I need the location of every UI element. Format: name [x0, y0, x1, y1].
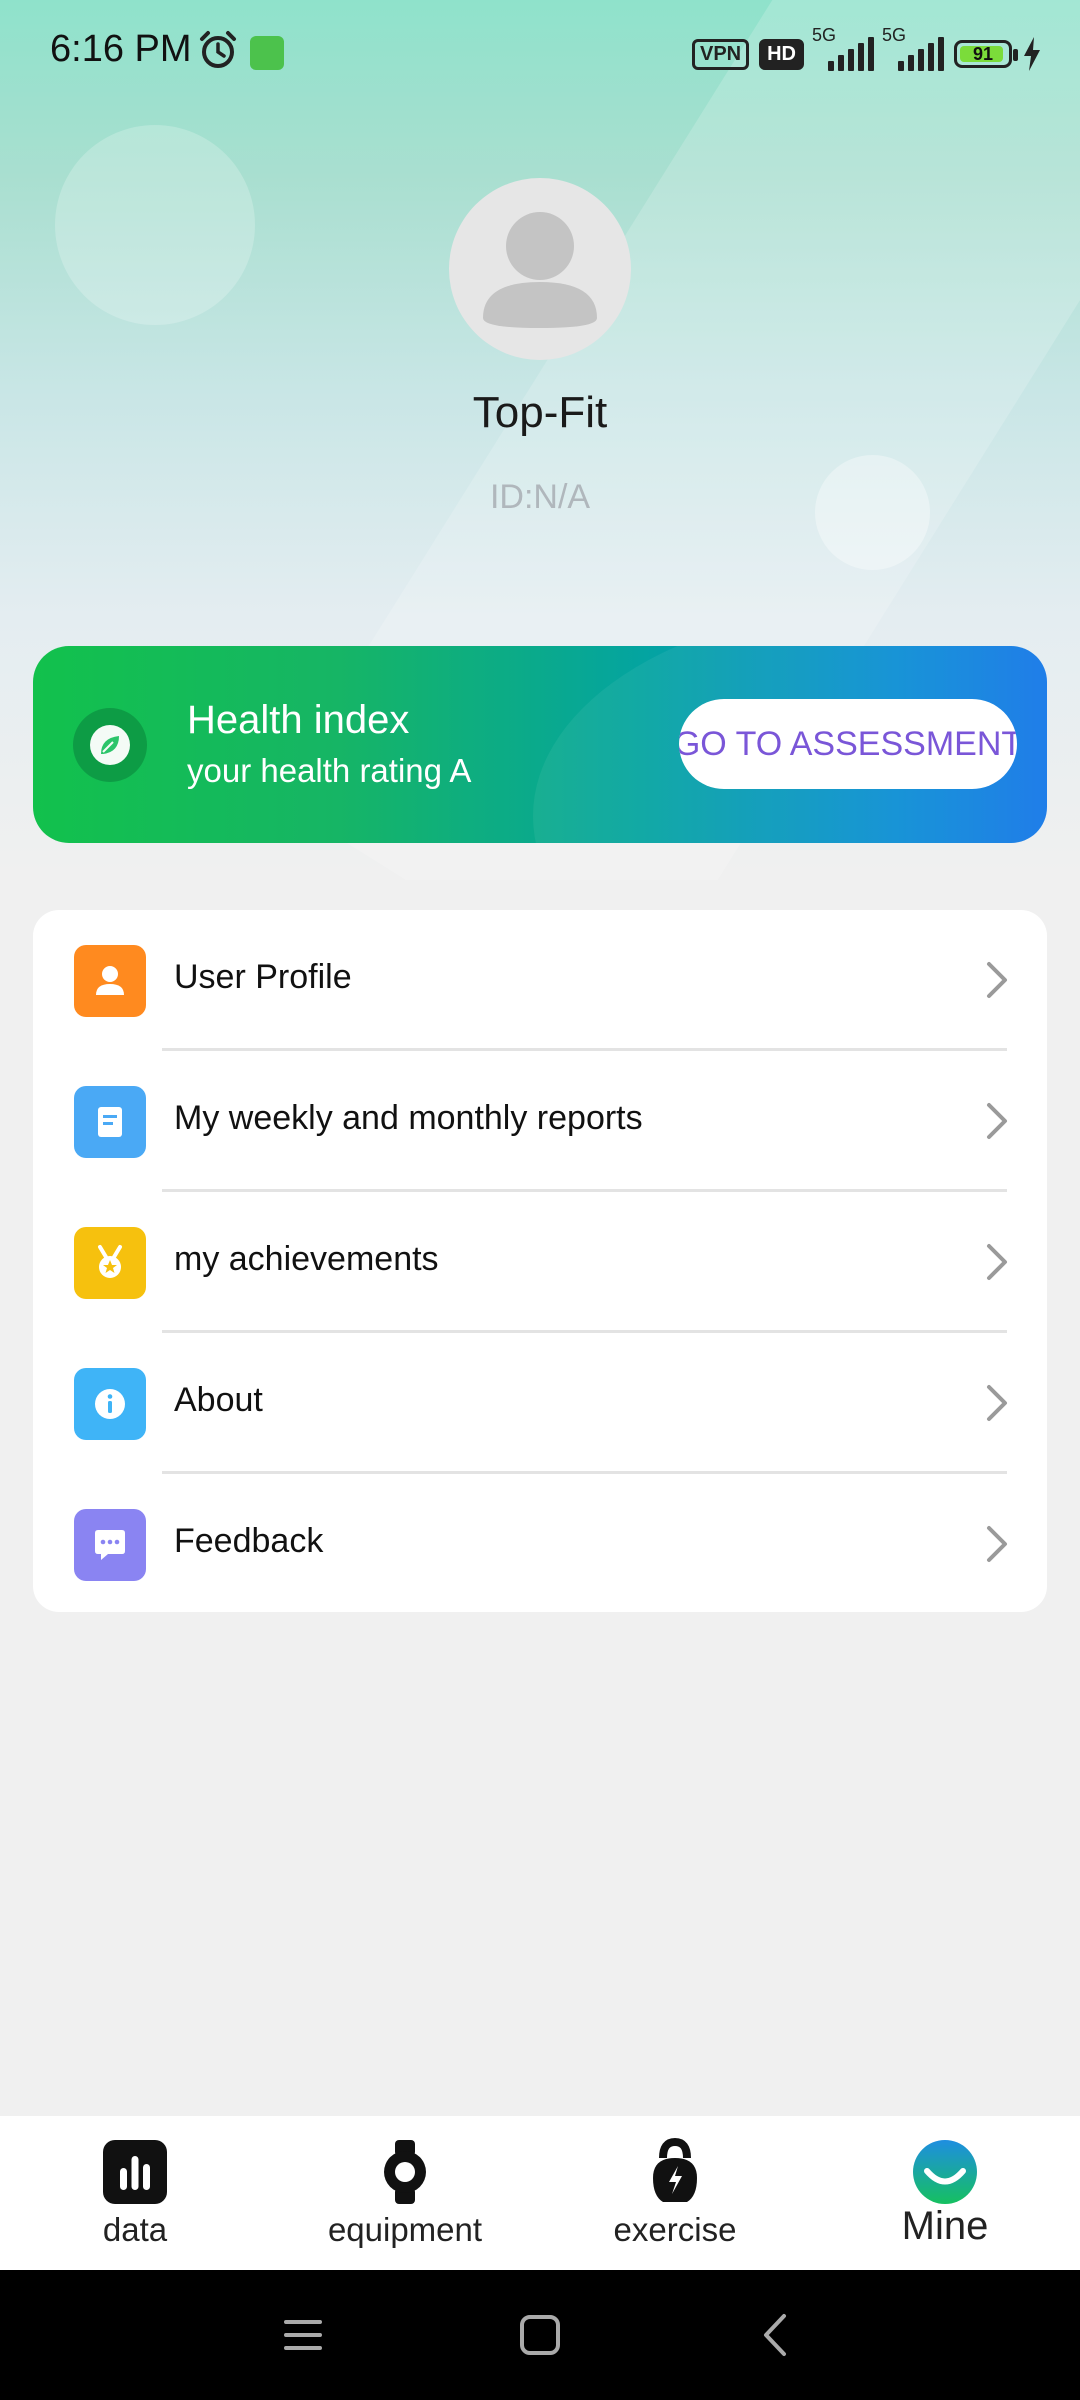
menu-item-reports[interactable]: My weekly and monthly reports	[33, 1051, 1047, 1192]
decorative-bubble	[55, 125, 255, 325]
go-to-assessment-button[interactable]: GO TO ASSESSMENT	[679, 699, 1017, 789]
battery-icon: 91	[954, 40, 1018, 68]
app-notification-icon	[250, 36, 284, 70]
status-bar: 6:16 PM VPN HD 5G 5G 91	[0, 0, 1080, 105]
watch-icon	[384, 2140, 426, 2204]
home-icon[interactable]	[515, 2310, 565, 2360]
chevron-right-icon	[987, 1244, 1007, 1280]
menu-item-user-profile[interactable]: User Profile	[33, 910, 1047, 1051]
chevron-right-icon	[987, 962, 1007, 998]
hd-badge: HD	[759, 38, 804, 70]
health-index-card[interactable]: Health index your health rating A GO TO …	[33, 646, 1047, 843]
menu-item-label: my achievements	[174, 1240, 439, 1278]
network-type: 5G	[882, 25, 907, 45]
menu-item-feedback[interactable]: Feedback	[33, 1474, 1047, 1615]
smile-icon	[913, 2140, 977, 2204]
report-icon	[74, 1086, 146, 1158]
leaf-icon	[73, 708, 147, 782]
alarm-icon	[200, 31, 236, 68]
user-icon	[74, 945, 146, 1017]
battery-level: 91	[972, 43, 994, 64]
chevron-right-icon	[987, 1385, 1007, 1421]
tab-label: exercise	[613, 2211, 737, 2248]
charging-icon	[1024, 37, 1040, 71]
info-icon	[74, 1368, 146, 1440]
chevron-right-icon	[987, 1526, 1007, 1562]
kettlebell-icon	[653, 2138, 697, 2202]
signal-icon: 5G	[882, 25, 944, 71]
health-index-title: Health index	[187, 698, 410, 742]
health-rating: your health rating A	[187, 752, 472, 789]
menu-item-achievements[interactable]: my achievements	[33, 1192, 1047, 1333]
menu-item-label: About	[174, 1381, 263, 1419]
menu-item-about[interactable]: About	[33, 1333, 1047, 1474]
medal-icon	[74, 1227, 146, 1299]
vpn-badge: VPN	[691, 38, 750, 70]
tab-mine[interactable]: Mine	[810, 2116, 1080, 2270]
menu-item-label: My weekly and monthly reports	[174, 1099, 643, 1137]
tab-label: Mine	[901, 2204, 989, 2248]
avatar[interactable]	[449, 178, 631, 360]
signal-icon: 5G	[812, 25, 874, 71]
network-type: 5G	[812, 25, 837, 45]
tab-label: data	[102, 2211, 168, 2248]
tab-data[interactable]: data	[0, 2116, 270, 2270]
tab-exercise[interactable]: exercise	[540, 2116, 810, 2270]
menu-item-label: User Profile	[174, 958, 352, 996]
tab-equipment[interactable]: equipment	[270, 2116, 540, 2270]
person-icon	[483, 212, 597, 328]
bottom-navigation: data equipment exercise Mine	[0, 2116, 1080, 2270]
bar-chart-icon	[103, 2140, 167, 2204]
system-navigation-bar	[0, 2270, 1080, 2400]
settings-menu: User Profile My weekly and monthly repor…	[33, 910, 1047, 1612]
menu-item-label: Feedback	[174, 1522, 324, 1560]
back-icon[interactable]	[752, 2310, 802, 2360]
status-time: 6:16 PM	[50, 28, 192, 70]
user-name: Top-Fit	[472, 388, 608, 437]
user-id: ID:N/A	[489, 478, 591, 516]
menu-icon[interactable]	[278, 2310, 328, 2360]
chat-icon	[74, 1509, 146, 1581]
tab-label: equipment	[327, 2211, 483, 2248]
chevron-right-icon	[987, 1103, 1007, 1139]
